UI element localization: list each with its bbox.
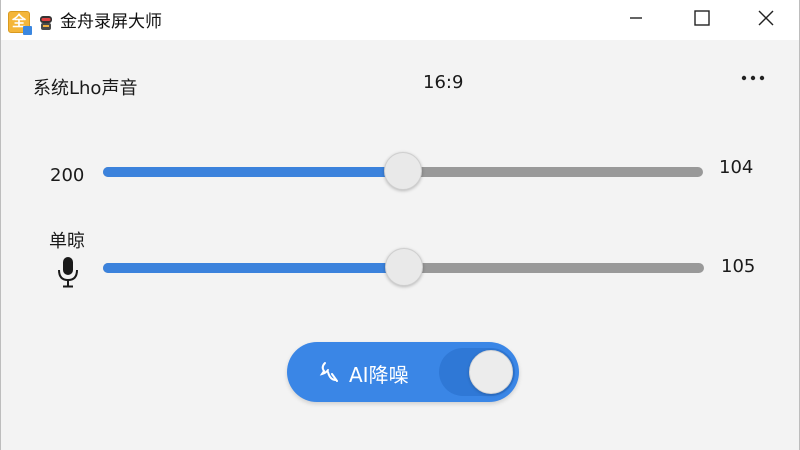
recorder-window: 全 金舟录屏大师 系统Lho声音 16:9 200 104 单晾 105 AI降… (0, 0, 800, 450)
maximize-icon (694, 10, 710, 26)
slider-fill (103, 167, 403, 177)
more-options-button[interactable] (737, 64, 769, 92)
app-title: 金舟录屏大师 (60, 12, 162, 32)
ai-noise-reduction-toggle[interactable]: AI降噪 (287, 342, 519, 402)
slider-thumb[interactable] (384, 152, 422, 190)
system-sound-left-value: 200 (50, 165, 85, 186)
microphone-slider[interactable] (103, 248, 704, 286)
robot-icon (40, 16, 52, 30)
microphone-icon (58, 257, 78, 288)
microphone-value: 105 (721, 256, 756, 277)
app-logo-badge (23, 26, 32, 35)
toggle-switch[interactable] (439, 348, 515, 396)
ai-noise-reduction-label: AI降噪 (349, 363, 409, 387)
close-button[interactable] (743, 0, 789, 36)
system-sound-label: 系统Lho声音 (33, 78, 138, 99)
minimize-button[interactable] (613, 0, 659, 36)
slider-thumb[interactable] (385, 248, 423, 286)
minimize-icon (630, 17, 642, 19)
noise-reduction-icon (319, 362, 338, 382)
system-sound-value: 104 (719, 157, 754, 178)
system-sound-slider[interactable] (103, 152, 703, 190)
close-icon (758, 10, 774, 26)
slider-fill (103, 263, 404, 273)
aspect-ratio-label[interactable]: 16:9 (423, 72, 463, 93)
toggle-knob (469, 350, 513, 394)
app-logo-icon: 全 (8, 11, 32, 35)
microphone-label: 单晾 (49, 231, 85, 252)
more-dots-icon (741, 75, 765, 81)
maximize-button[interactable] (679, 0, 725, 36)
title-bar: 全 金舟录屏大师 (1, 0, 799, 40)
